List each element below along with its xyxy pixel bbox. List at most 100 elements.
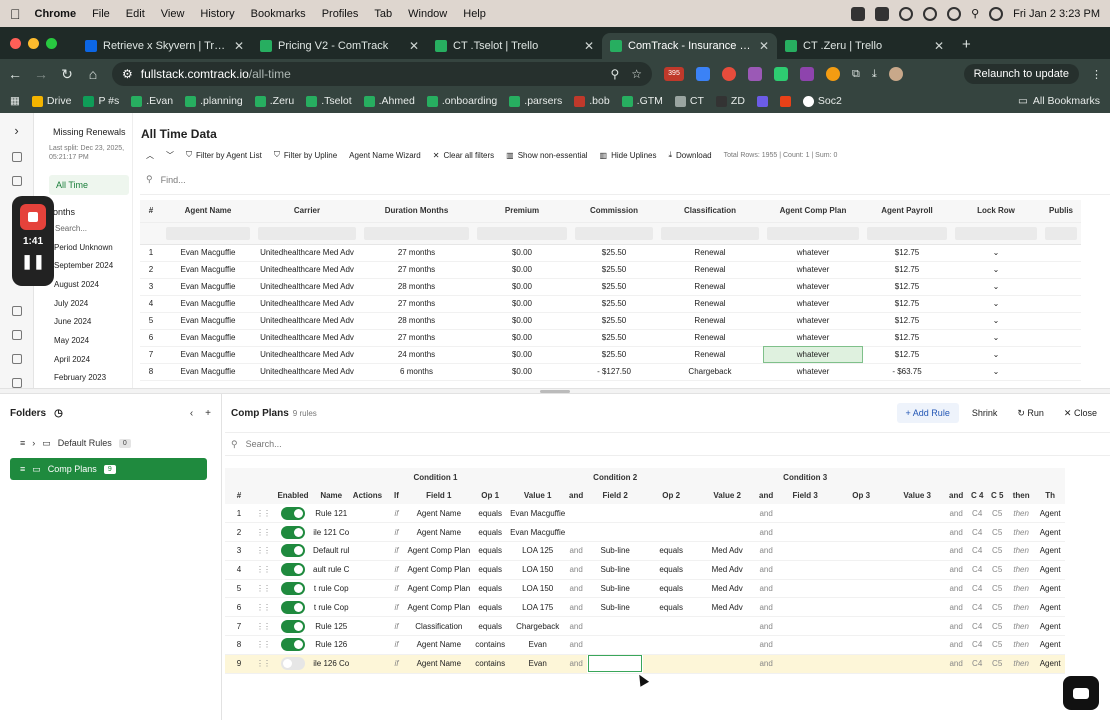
download-button[interactable]: ⤓ Download <box>668 150 711 160</box>
filter-cell[interactable] <box>254 222 360 245</box>
back-icon[interactable]: ← <box>8 66 22 82</box>
drag-handle-icon[interactable]: ⋮⋮ <box>256 622 271 631</box>
rules-col-header[interactable]: Value 3 <box>889 486 946 504</box>
value-2-cell[interactable] <box>699 522 756 543</box>
filter-agent-button[interactable]: ⛉ Filter by Agent List <box>186 150 262 160</box>
col-header-classification[interactable]: Classification <box>657 200 763 223</box>
enabled-cell[interactable] <box>273 579 313 599</box>
carrier-cell[interactable]: Unitedhealthcare Med Adv <box>254 329 360 347</box>
premium-cell[interactable]: $0.00 <box>473 295 571 313</box>
status-sync-icon[interactable] <box>899 6 914 21</box>
value-1-cell[interactable]: LOA 175 <box>510 597 566 618</box>
value-1-cell[interactable]: Evan Macguffie <box>510 522 566 543</box>
value-2-cell[interactable]: Med Adv <box>699 560 756 580</box>
rule-row[interactable]: 7 ⋮⋮ Rule 125 if Classification equals Chargeb… <box>225 616 1066 637</box>
field-2-cell[interactable] <box>587 654 644 674</box>
drag-handle-cell[interactable]: ⋮⋮ <box>253 579 273 599</box>
table-row[interactable]: 7 Evan Macguffie Unitedhealthcare Med Adv 2… <box>140 346 1081 364</box>
then-field-cell[interactable]: Agent <box>1035 635 1066 655</box>
filter-cell[interactable] <box>571 222 657 245</box>
field-2-cell[interactable] <box>587 522 644 543</box>
enabled-toggle[interactable] <box>281 600 305 614</box>
op-3-cell[interactable] <box>833 504 890 524</box>
history-icon[interactable]: ◷ <box>54 408 63 419</box>
download-icon[interactable]: ⤓ <box>872 68 877 81</box>
lock-row-cell[interactable]: ⌄ <box>951 278 1041 296</box>
carrier-cell[interactable]: Unitedhealthcare Med Adv <box>254 295 360 313</box>
commission-cell[interactable]: $25.50 <box>571 295 657 313</box>
value-1-cell[interactable]: Evan Macguffie <box>510 504 566 524</box>
lock-row-cell[interactable]: ⌄ <box>951 329 1041 347</box>
rule-number[interactable]: 9 <box>225 654 253 674</box>
then-field-cell[interactable]: Agent <box>1035 597 1066 618</box>
then-field-cell[interactable]: Agent <box>1035 579 1066 599</box>
enabled-cell[interactable] <box>273 635 313 655</box>
value-3-cell[interactable] <box>889 597 946 618</box>
enabled-cell[interactable] <box>273 616 313 637</box>
close-tab-icon[interactable]: ✕ <box>759 39 769 53</box>
chevron-down-icon[interactable]: ⌄ <box>993 333 1000 342</box>
value-1-cell[interactable]: Evan <box>510 635 566 655</box>
field-1-cell[interactable]: Agent Comp Plan <box>407 579 471 599</box>
c5-cell[interactable]: C5 <box>987 522 1008 543</box>
rules-col-header[interactable]: and <box>565 486 588 504</box>
rules-col-header[interactable]: Field 1 <box>407 486 471 504</box>
add-rule-button[interactable]: + Add Rule <box>896 403 959 423</box>
bookmark-star-icon[interactable]: ☆ <box>631 67 642 81</box>
col-header-commission[interactable]: Commission <box>571 200 657 223</box>
wifi-icon[interactable] <box>947 6 962 21</box>
status-app-icon[interactable] <box>851 6 866 21</box>
extension-icon[interactable] <box>696 67 710 81</box>
field-1-cell[interactable]: Agent Name <box>407 504 471 524</box>
table-row[interactable]: 2 Evan Macguffie Unitedhealthcare Med Adv 2… <box>140 261 1081 279</box>
payroll-cell[interactable]: $12.75 <box>863 244 951 262</box>
rules-col-header[interactable]: and <box>755 486 778 504</box>
menu-profiles[interactable]: Profiles <box>322 8 359 20</box>
field-3-cell[interactable] <box>777 541 834 561</box>
rules-col-header[interactable]: Th <box>1035 486 1066 504</box>
duration-cell[interactable]: 6 months <box>360 363 473 381</box>
col-header-comp-plan[interactable]: Agent Comp Plan <box>763 200 863 223</box>
menu-window[interactable]: Window <box>408 8 447 20</box>
rule-name-cell[interactable]: Default rul <box>313 541 350 561</box>
rules-col-header[interactable] <box>253 486 273 504</box>
filter-cell[interactable] <box>1041 222 1081 245</box>
op-3-cell[interactable] <box>833 635 890 655</box>
agent-name-cell[interactable]: Evan Macguffie <box>162 278 254 296</box>
tab-pricing[interactable]: Pricing V2 - ComTrack ✕ <box>252 33 427 59</box>
value-3-cell[interactable] <box>889 654 946 674</box>
bookmark-item[interactable]: Soc2 <box>802 95 842 107</box>
row-index[interactable]: 1 <box>140 244 162 262</box>
site-info-icon[interactable]: ⚙ <box>122 67 133 81</box>
payroll-cell[interactable]: $12.75 <box>863 312 951 330</box>
close-tab-icon[interactable]: ✕ <box>234 39 244 53</box>
rules-col-header[interactable]: Op 1 <box>470 486 511 504</box>
lock-row-cell[interactable]: ⌄ <box>951 244 1041 262</box>
value-3-cell[interactable] <box>889 504 946 524</box>
filter-upline-button[interactable]: ⛉ Filter by Upline <box>274 150 337 160</box>
lock-row-cell[interactable]: ⌄ <box>951 261 1041 279</box>
chevron-down-icon[interactable]: ⌄ <box>993 265 1000 274</box>
carrier-cell[interactable]: Unitedhealthcare Med Adv <box>254 363 360 381</box>
premium-cell[interactable]: $0.00 <box>473 363 571 381</box>
menu-help[interactable]: Help <box>463 8 486 20</box>
lock-row-cell[interactable]: ⌄ <box>951 295 1041 313</box>
rules-col-header[interactable]: C 4 <box>967 486 988 504</box>
col-header-agent-name[interactable]: Agent Name <box>162 200 254 223</box>
op-1-cell[interactable]: contains <box>470 635 511 655</box>
pause-icon[interactable]: ❚❚ <box>21 253 44 270</box>
actions-cell[interactable] <box>349 522 386 543</box>
actions-cell[interactable] <box>349 654 386 674</box>
op-2-cell[interactable]: equals <box>643 579 700 599</box>
menu-app[interactable]: Chrome <box>35 8 77 20</box>
field-1-cell[interactable]: Agent Name <box>407 522 471 543</box>
c5-cell[interactable]: C5 <box>987 560 1008 580</box>
field-2-cell[interactable] <box>587 616 644 637</box>
enabled-cell[interactable] <box>273 541 313 561</box>
rule-row[interactable]: 5 ⋮⋮ t rule Cop if Agent Comp Plan equals LOA … <box>225 579 1066 599</box>
rule-number[interactable]: 2 <box>225 522 253 543</box>
c5-cell[interactable]: C5 <box>987 579 1008 599</box>
field-2-cell[interactable]: Sub-line <box>587 597 644 618</box>
drag-handle-cell[interactable]: ⋮⋮ <box>253 504 273 524</box>
duration-cell[interactable]: 27 months <box>360 295 473 313</box>
